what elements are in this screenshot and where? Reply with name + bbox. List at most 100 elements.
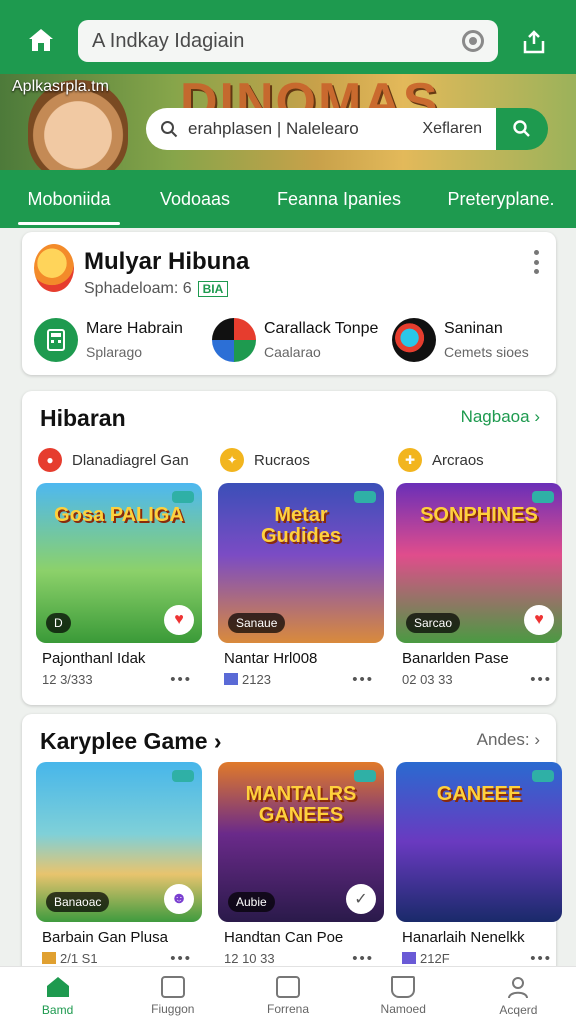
game-thumbnail[interactable]: Banaoac ☻ — [36, 762, 202, 922]
section-title-link[interactable]: Karyplee Game › — [40, 728, 222, 755]
game-meta-text: 2123 — [242, 672, 271, 687]
hero-search-input[interactable]: erahplasen | Nalelearo Xeflaren — [146, 108, 496, 150]
chevron-right-icon: › — [534, 407, 540, 426]
game-card[interactable]: Banaoac ☻ Barbain Gan Plusa 2/1 S1 ••• — [36, 762, 202, 982]
profile-item-title: Saninan — [444, 320, 503, 337]
square-icon — [160, 975, 185, 998]
game-thumbnail[interactable]: GANEEE — [396, 762, 562, 922]
hero-banner[interactable]: DINOMAS Aplkasrpla.tm erahplasen | Nalel… — [0, 74, 576, 170]
hero-search-query: erahplasen | Nalelearo — [188, 119, 359, 138]
section-see-all-link[interactable]: Nagbaoa › — [461, 407, 540, 427]
more-options-icon[interactable]: ••• — [530, 950, 552, 967]
badge-icon — [532, 491, 554, 503]
game-art-title: Metar Gudides — [260, 504, 341, 547]
game-card[interactable]: Metar Gudides Sanaue Nantar Hrl008 2123 … — [218, 483, 384, 703]
chip-filter[interactable]: ✦ Rucraos — [220, 447, 310, 473]
chip-label: Rucraos — [254, 451, 310, 469]
tab-preteryplane[interactable]: Preteryplane. — [426, 170, 576, 228]
nav-item-bamd[interactable]: Bamd — [0, 967, 115, 1024]
tab-vodoaas[interactable]: Vodoaas — [138, 170, 252, 228]
tab-feanna-ipanies[interactable]: Feanna Ipanies — [252, 170, 426, 228]
badge-icon — [172, 491, 194, 503]
game-thumbnail[interactable]: Gosa PALIGA D ♥ — [36, 483, 202, 643]
game-meta: 12 10 33 — [224, 951, 275, 966]
home-button[interactable] — [18, 20, 64, 60]
ghost-icon[interactable]: ☻ — [164, 884, 194, 914]
bottom-navigation: Bamd Fiuggon Forrena Namoed Acqerd — [0, 966, 576, 1024]
heart-icon[interactable]: ♥ — [524, 605, 554, 635]
nav-label: Forrena — [266, 1001, 310, 1016]
game-name: Nantar Hrl008 — [224, 650, 318, 667]
top-app-bar: A Indkay Idagiain — [0, 0, 576, 78]
game-card[interactable]: Gosa PALIGA D ♥ Pajonthanl Idak 12 3/333… — [36, 483, 202, 703]
more-options-icon[interactable]: ••• — [170, 671, 192, 688]
check-icon[interactable]: ✓ — [346, 884, 376, 914]
chip-label: Arcraos — [432, 451, 484, 469]
game-thumbnail[interactable]: MANTALRS GANEES Aubie ✓ — [218, 762, 384, 922]
profile-avatar[interactable] — [34, 244, 74, 292]
game-thumbnail[interactable]: Metar Gudides Sanaue — [218, 483, 384, 643]
more-options-icon[interactable]: ••• — [170, 950, 192, 967]
game-thumbnail[interactable]: SONPHINES Sarcao ♥ — [396, 483, 562, 643]
game-meta: 12 3/333 — [42, 672, 93, 687]
game-meta: 2/1 S1 — [42, 951, 98, 966]
profile-item-title: Carallack Tonpe — [264, 320, 379, 337]
game-thumb-icon — [42, 952, 56, 964]
hero-search-filter[interactable]: Xeflaren — [422, 120, 482, 138]
game-card[interactable]: MANTALRS GANEES Aubie ✓ Handtan Can Poe … — [218, 762, 384, 982]
chip-filter[interactable]: ✚ Arcraos — [398, 447, 484, 473]
more-options-icon[interactable] — [532, 250, 540, 274]
game-card[interactable]: GANEEE Hanarlaih Nenelkk 212F ••• — [396, 762, 562, 982]
game-meta-text: 212F — [420, 951, 450, 966]
nav-item-namoed[interactable]: Namoed — [346, 967, 461, 1024]
game-tag: Aubie — [228, 892, 275, 912]
game-thumb-icon — [402, 952, 416, 964]
nav-label: Fiuggon — [151, 1001, 195, 1016]
more-options-icon[interactable]: ••• — [530, 671, 552, 688]
share-button[interactable] — [512, 22, 556, 62]
home-icon — [46, 976, 69, 997]
game-thumb-icon — [224, 673, 238, 685]
nav-item-fiuggon[interactable]: Fiuggon — [115, 967, 230, 1024]
profile-item[interactable]: Saninan Cemets sioes — [392, 318, 552, 364]
chip-label: Dlanadiagrel Gan — [72, 451, 189, 469]
nav-item-acqerd[interactable]: Acqerd — [461, 967, 576, 1024]
nav-label: Acqerd — [499, 1002, 538, 1017]
game-name: Barbain Gan Plusa — [42, 929, 168, 946]
profile-item-sub: Splarago — [86, 344, 143, 360]
game-tag: Sanaue — [228, 613, 286, 633]
profile-item[interactable]: Mare Habrain Splarago — [34, 318, 204, 364]
chip-filter[interactable]: ● Dlanadiagrel Gan — [38, 447, 189, 473]
top-search-value: A Indkay Idagiain — [92, 29, 245, 52]
section-see-all-link[interactable]: Andes: › — [477, 730, 540, 750]
search-icon — [513, 120, 530, 137]
filter-chips: ● Dlanadiagrel Gan ✦ Rucraos ✚ Arcraos — [38, 447, 548, 473]
profile-item-title: Mare Habrain — [86, 320, 183, 337]
game-tag: Banaoac — [46, 892, 110, 912]
top-search-input[interactable]: A Indkay Idagiain — [78, 20, 498, 62]
hero-search-button[interactable] — [496, 108, 548, 150]
game-tag: Sarcao — [406, 613, 461, 633]
profile-card: Mulyar Hibuna Sphadeloam: 6 BIA Mare Habr… — [22, 232, 556, 375]
nav-item-forrena[interactable]: Forrena — [230, 967, 345, 1024]
calculator-icon — [34, 318, 78, 362]
more-options-icon[interactable]: ••• — [352, 950, 374, 967]
game-card[interactable]: SONPHINES Sarcao ♥ Banarlden Pase 02 03 … — [396, 483, 562, 703]
tab-moboniida[interactable]: Moboniida — [0, 170, 138, 228]
heart-icon[interactable]: ♥ — [164, 605, 194, 635]
badge-icon — [532, 770, 554, 782]
profile-item[interactable]: Carallack Tonpe Caalarao — [212, 318, 382, 364]
star-icon: ✚ — [398, 448, 422, 472]
nav-label: Bamd — [41, 1002, 74, 1017]
badge-icon — [354, 491, 376, 503]
game-name: Hanarlaih Nenelkk — [402, 929, 525, 946]
hero-site-label: Aplkasrpla.tm — [12, 78, 109, 95]
game-art-title: Gosa PALIGA — [54, 504, 184, 526]
home-icon — [29, 29, 53, 51]
more-options-icon[interactable]: ••• — [352, 671, 374, 688]
scan-icon[interactable] — [462, 30, 484, 52]
badge-icon — [354, 770, 376, 782]
profile-subtitle-text: Sphadeloam: 6 — [84, 280, 192, 297]
section-hibaran: Hibaran Nagbaoa › ● Dlanadiagrel Gan ✦ R… — [22, 391, 562, 705]
game-logo-icon — [392, 318, 436, 362]
